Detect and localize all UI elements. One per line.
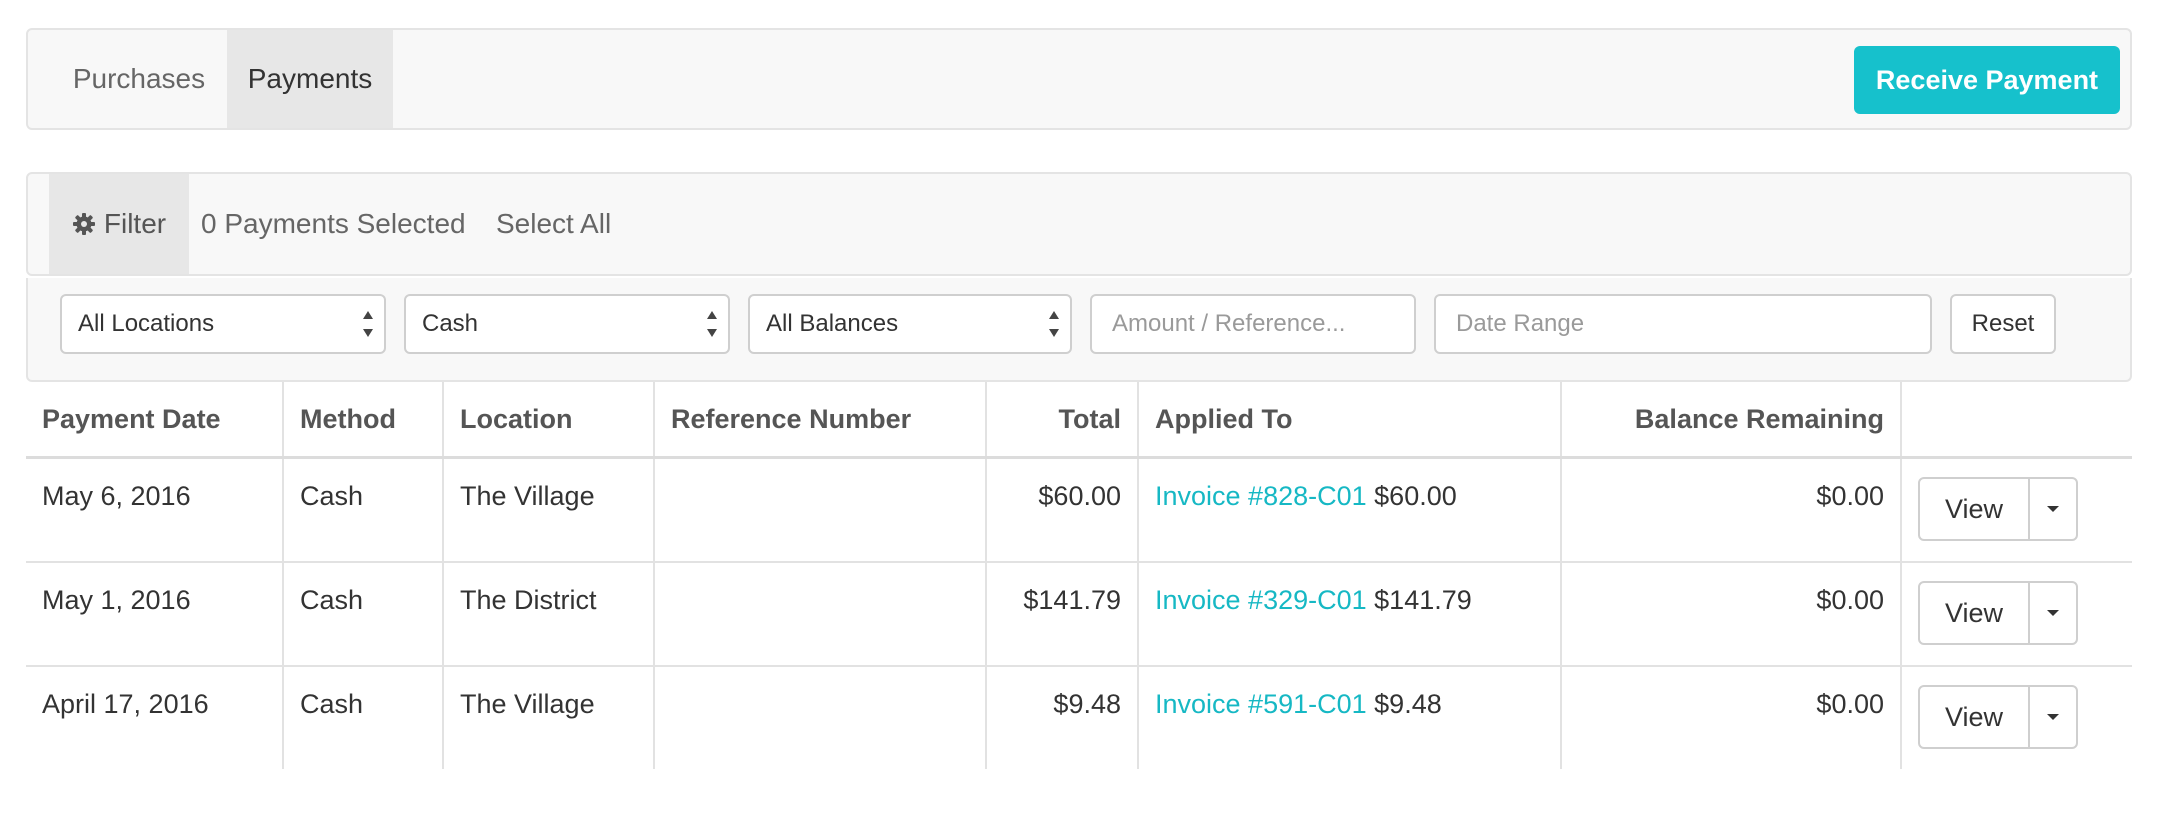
tab-purchases[interactable]: Purchases xyxy=(51,30,227,128)
view-button-group: View xyxy=(1918,477,2078,541)
table-row: May 1, 2016 Cash The District $141.79 In… xyxy=(26,563,2132,667)
invoice-link[interactable]: Invoice #591-C01 xyxy=(1155,689,1367,719)
filter-button[interactable]: Filter xyxy=(49,174,189,274)
payment-date-cell: May 6, 2016 xyxy=(26,459,284,561)
date-range-placeholder: Date Range xyxy=(1456,310,1585,337)
method-cell: Cash xyxy=(284,667,444,769)
balance-cell: $0.00 xyxy=(1562,459,1902,561)
invoice-link[interactable]: Invoice #329-C01 xyxy=(1155,585,1367,615)
tab-payments[interactable]: Payments xyxy=(227,30,393,128)
amount-reference-input[interactable]: Amount / Reference... xyxy=(1090,294,1416,354)
table-row: May 6, 2016 Cash The Village $60.00 Invo… xyxy=(26,459,2132,563)
actions-cell: View xyxy=(1902,563,2132,665)
actions-cell: View xyxy=(1902,459,2132,561)
balance-cell: $0.00 xyxy=(1562,667,1902,769)
applied-to-cell: Invoice #591-C01 $9.48 xyxy=(1139,667,1562,769)
gear-icon xyxy=(72,213,95,235)
table-header-row: Payment Date Method Location Reference N… xyxy=(26,382,2132,459)
select-all-link[interactable]: Select All xyxy=(496,174,611,274)
total-cell: $60.00 xyxy=(987,459,1139,561)
payments-selected-count: 0 Payments Selected xyxy=(201,208,466,239)
sort-arrows-icon xyxy=(362,310,374,338)
table-row: April 17, 2016 Cash The Village $9.48 In… xyxy=(26,667,2132,769)
applied-amount: $9.48 xyxy=(1374,689,1442,719)
col-header-method[interactable]: Method xyxy=(284,382,444,456)
method-cell: Cash xyxy=(284,459,444,561)
filter-label: Filter xyxy=(103,208,167,239)
invoice-link[interactable]: Invoice #828-C01 xyxy=(1155,481,1367,511)
tab-bar: Purchases Payments Receive Payment xyxy=(26,28,2132,130)
view-button[interactable]: View xyxy=(1920,687,2030,747)
location-cell: The Village xyxy=(444,459,655,561)
caret-down-icon xyxy=(2047,506,2059,512)
col-header-balance-remaining[interactable]: Balance Remaining xyxy=(1562,382,1902,456)
method-select[interactable]: Cash xyxy=(404,294,730,354)
view-dropdown-toggle[interactable] xyxy=(2030,583,2076,643)
view-button-group: View xyxy=(1918,581,2078,645)
payments-table: Payment Date Method Location Reference N… xyxy=(26,382,2132,769)
caret-down-icon xyxy=(2047,610,2059,616)
payment-date-cell: May 1, 2016 xyxy=(26,563,284,665)
method-cell: Cash xyxy=(284,563,444,665)
col-header-payment-date[interactable]: Payment Date xyxy=(26,382,284,456)
sort-arrows-icon xyxy=(706,310,718,338)
applied-to-cell: Invoice #329-C01 $141.79 xyxy=(1139,563,1562,665)
balance-select-value: All Balances xyxy=(766,310,899,337)
location-select[interactable]: All Locations xyxy=(60,294,386,354)
applied-to-cell: Invoice #828-C01 $60.00 xyxy=(1139,459,1562,561)
col-header-applied-to[interactable]: Applied To xyxy=(1139,382,1562,456)
location-cell: The District xyxy=(444,563,655,665)
applied-amount: $60.00 xyxy=(1374,481,1457,511)
col-header-reference-number[interactable]: Reference Number xyxy=(655,382,987,456)
view-button[interactable]: View xyxy=(1920,583,2030,643)
caret-down-icon xyxy=(2047,714,2059,720)
payments-page: Purchases Payments Receive Payment Filte… xyxy=(0,0,2158,816)
balance-cell: $0.00 xyxy=(1562,563,1902,665)
col-header-location[interactable]: Location xyxy=(444,382,655,456)
location-select-value: All Locations xyxy=(78,310,215,337)
view-dropdown-toggle[interactable] xyxy=(2030,687,2076,747)
sort-arrows-icon xyxy=(1048,310,1060,338)
receive-payment-button[interactable]: Receive Payment xyxy=(1854,46,2120,114)
amount-reference-placeholder: Amount / Reference... xyxy=(1112,310,1346,337)
applied-amount: $141.79 xyxy=(1374,585,1472,615)
method-select-value: Cash xyxy=(422,310,479,337)
view-button[interactable]: View xyxy=(1920,479,2030,539)
location-cell: The Village xyxy=(444,667,655,769)
reference-cell xyxy=(655,667,987,769)
payment-date-cell: April 17, 2016 xyxy=(26,667,284,769)
reference-cell xyxy=(655,563,987,665)
filter-controls: All Locations Cash All Balances Amount /… xyxy=(26,278,2132,382)
total-cell: $141.79 xyxy=(987,563,1139,665)
balance-select[interactable]: All Balances xyxy=(748,294,1072,354)
view-button-group: View xyxy=(1918,685,2078,749)
reset-button[interactable]: Reset xyxy=(1950,294,2056,354)
filter-bar: Filter 0 Payments Selected Select All xyxy=(26,172,2132,276)
total-cell: $9.48 xyxy=(987,667,1139,769)
col-header-total[interactable]: Total xyxy=(987,382,1139,456)
view-dropdown-toggle[interactable] xyxy=(2030,479,2076,539)
col-header-actions xyxy=(1902,382,2132,456)
actions-cell: View xyxy=(1902,667,2132,769)
date-range-input[interactable]: Date Range xyxy=(1434,294,1932,354)
reference-cell xyxy=(655,459,987,561)
